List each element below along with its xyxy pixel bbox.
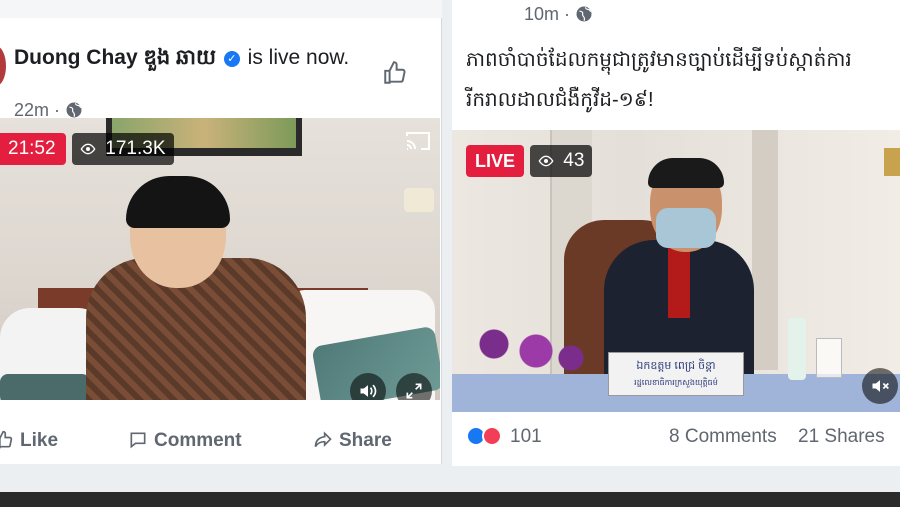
verified-badge-icon: ✓ — [223, 51, 240, 67]
live-status-text: is live now. — [247, 46, 350, 69]
viewer-count: 43 — [563, 150, 585, 171]
orchid-flowers — [452, 316, 592, 386]
shares-count[interactable]: 21 Shares — [798, 426, 885, 448]
left-post-card: Duong Chay ឌួង ឆាយ ✓ is live now. 22m · — [0, 18, 442, 464]
screenshot-root: Duong Chay ឌួង ឆាយ ✓ is live now. 22m · — [0, 0, 900, 507]
right-post-stats: 101 8 Comments 21 Shares — [452, 424, 900, 456]
left-live-video[interactable]: 21:52 171.3K — [0, 118, 440, 400]
right-live-video[interactable]: ឯកឧត្តម ពេជ្រ ចិន្តា រដ្ឋលេខាធិការក្រសួង… — [452, 130, 900, 412]
decorative-cushion — [0, 374, 90, 400]
share-button[interactable]: Share — [313, 430, 392, 452]
right-post-card: 10m · ភាពចាំបាច់ដែលកម្ពុជាត្រូវមានច្បាប់… — [452, 0, 900, 466]
wall-lamp — [404, 188, 434, 212]
live-timer: 21:52 — [8, 138, 56, 159]
live-timer-badge: 21:52 — [0, 133, 66, 165]
nameplate-title: រដ្ឋលេខាធិការក្រសួងយុត្តិធម៌ — [634, 378, 718, 387]
volume-icon — [360, 384, 377, 398]
speaker-nameplate: ឯកឧត្តម ពេជ្រ ចិន្តា រដ្ឋលេខាធិការក្រសួង… — [608, 352, 744, 396]
left-post-header: Duong Chay ឌួង ឆាយ ✓ is live now. 22m · — [0, 18, 441, 120]
live-badge: LIVE — [466, 145, 525, 177]
nameplate-name: ឯកឧត្តម ពេជ្រ ចិន្តា — [636, 360, 716, 372]
avatar[interactable] — [0, 46, 6, 86]
mute-button[interactable] — [862, 368, 898, 404]
expand-icon — [406, 383, 422, 399]
comment-label: Comment — [154, 430, 242, 451]
viewer-count-badge: 171.3K — [72, 133, 174, 165]
post-meta: 10m · — [524, 4, 593, 25]
globe-icon — [576, 6, 592, 22]
wall-panel — [752, 130, 778, 370]
author-name[interactable]: Duong Chay ឌួង ឆាយ — [14, 46, 216, 69]
speaker-hair — [648, 158, 724, 188]
post-author-line: Duong Chay ឌួង ឆាយ ✓ is live now. — [14, 44, 349, 75]
eye-icon — [80, 143, 96, 155]
viewer-count-badge: 43 — [530, 145, 593, 177]
water-glass — [816, 338, 842, 378]
love-reaction-icon — [482, 426, 502, 446]
share-label: Share — [339, 430, 392, 451]
like-label: Like — [20, 430, 59, 451]
like-icon — [0, 430, 13, 449]
like-button[interactable]: Like — [0, 430, 58, 452]
emblem-logo — [884, 148, 900, 176]
comments-count[interactable]: 8 Comments — [669, 426, 777, 448]
meta-separator: · — [54, 100, 61, 120]
top-strip — [0, 0, 442, 18]
post-time[interactable]: 22m — [14, 100, 49, 120]
comment-button[interactable]: Comment — [128, 430, 242, 452]
comment-icon — [130, 432, 146, 449]
share-icon — [314, 431, 332, 448]
cast-icon[interactable] — [405, 130, 431, 152]
eye-icon — [538, 155, 554, 167]
face-mask — [656, 208, 716, 248]
bottom-strip — [0, 492, 900, 507]
left-post-actions: Like Comment Share — [0, 422, 440, 464]
like-thumb-icon[interactable] — [382, 60, 408, 86]
water-bottle — [788, 318, 806, 380]
meta-separator: · — [564, 4, 571, 24]
speaker-tie — [668, 248, 690, 318]
post-time[interactable]: 10m — [524, 4, 559, 24]
post-text: ភាពចាំបាច់ដែលកម្ពុជាត្រូវមានច្បាប់ដើម្បី… — [466, 49, 852, 111]
globe-icon — [66, 102, 82, 118]
viewer-count: 171.3K — [105, 138, 166, 159]
mute-icon — [872, 380, 889, 392]
reactions-count[interactable]: 101 — [510, 426, 542, 448]
